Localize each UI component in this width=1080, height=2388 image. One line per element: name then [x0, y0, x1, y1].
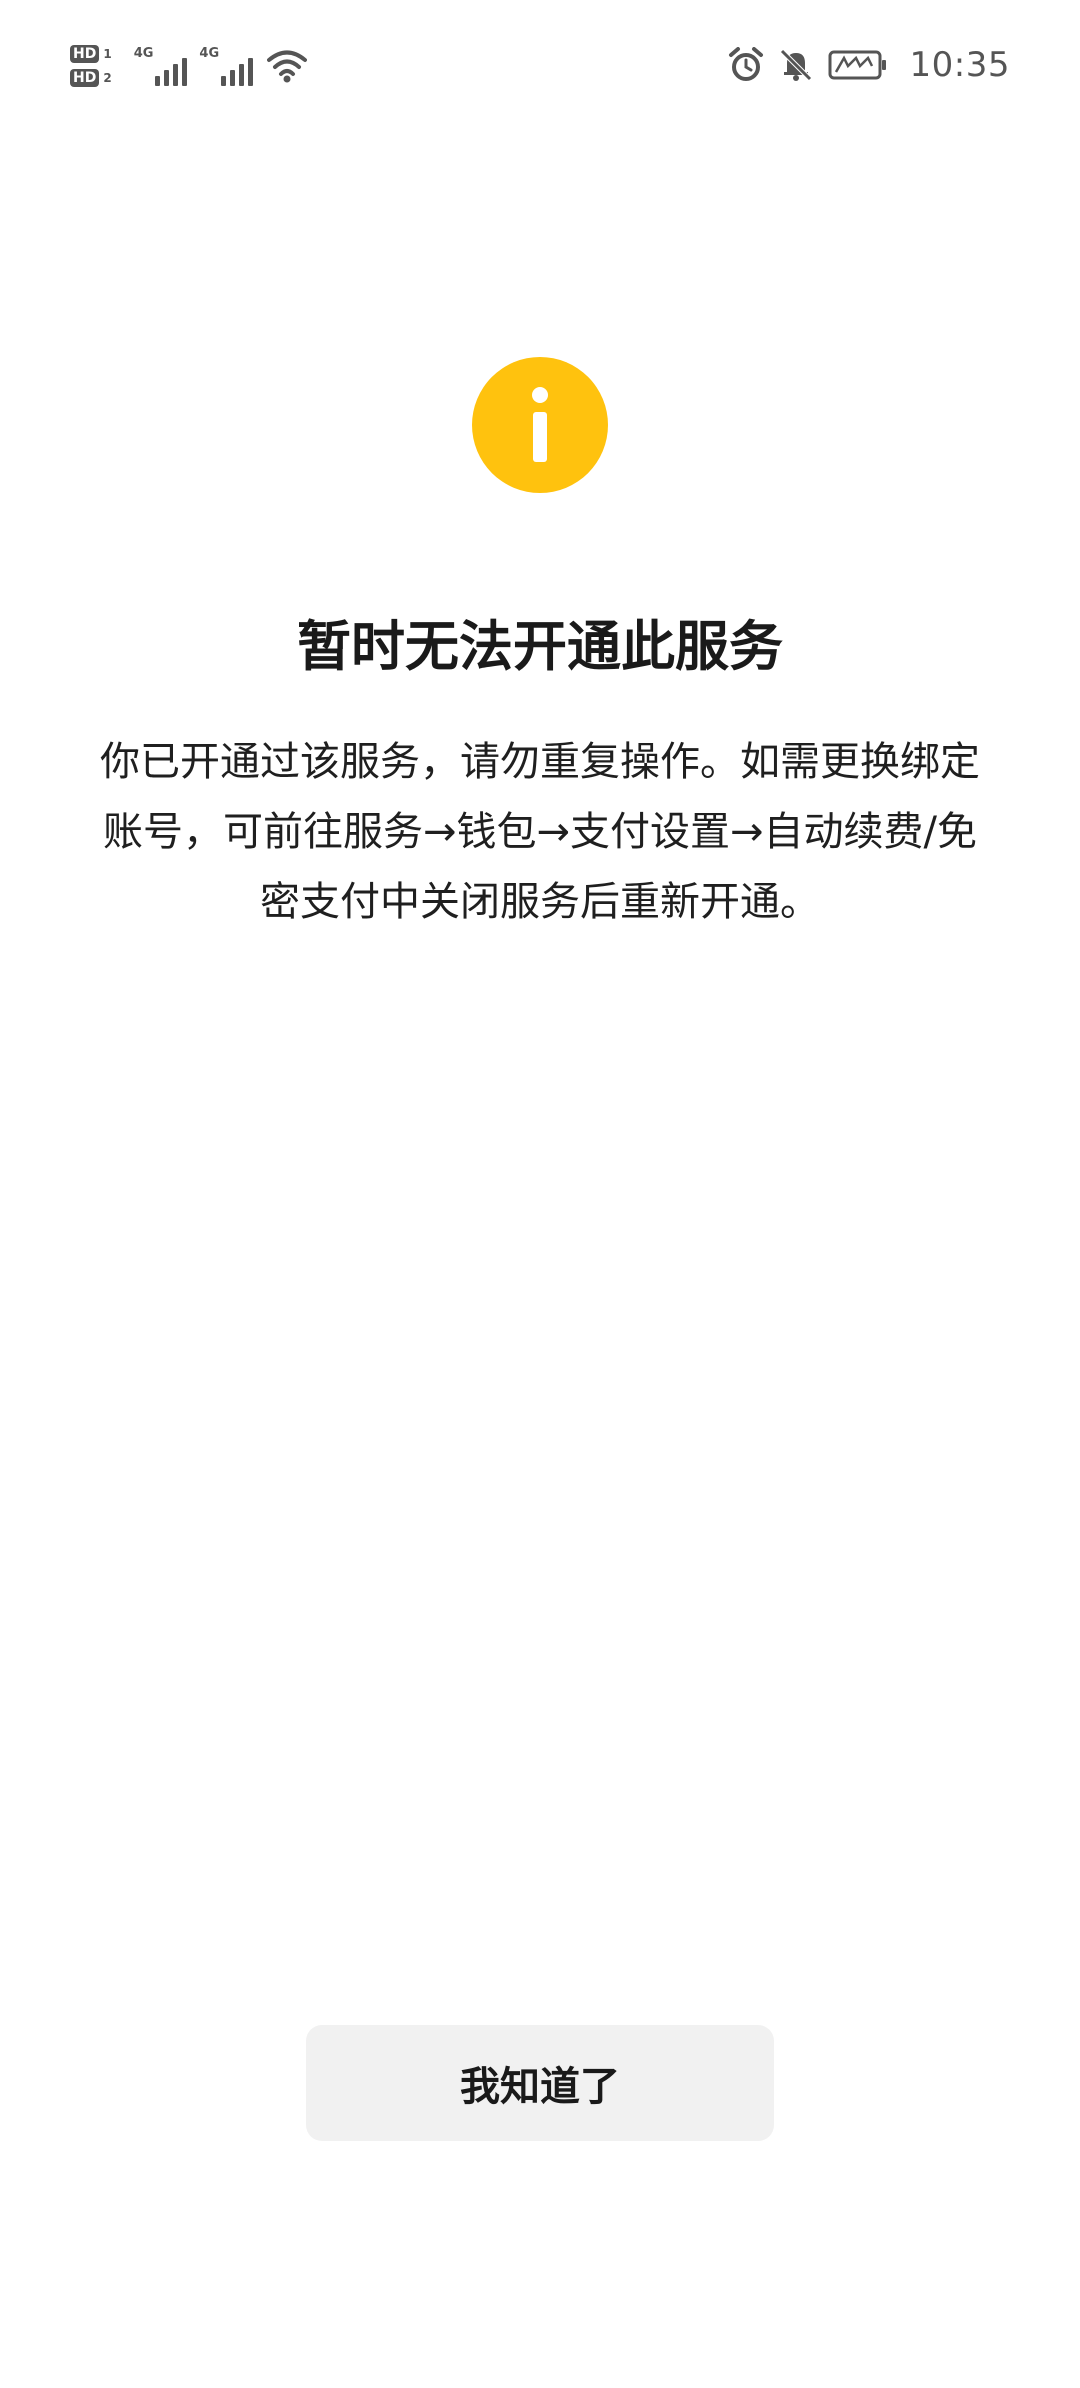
sim-index: 1: [103, 47, 112, 61]
hd-badge-sim1: HD 1: [70, 45, 112, 63]
sim-index: 2: [103, 71, 112, 85]
network-sim1: 4G: [134, 46, 188, 86]
mute-bell-icon: [779, 49, 812, 81]
status-bar-right: 10:35: [728, 40, 1010, 90]
signal-icon: [221, 54, 254, 86]
page-title: 暂时无法开通此服务: [297, 615, 783, 678]
hd-badge-sim2: HD 2: [70, 69, 112, 87]
info-icon: [472, 357, 608, 493]
confirm-button-label: 我知道了: [460, 2064, 620, 2110]
network-type-label: 4G: [133, 46, 154, 61]
confirm-button[interactable]: 我知道了: [306, 2025, 774, 2141]
hd-label: HD: [70, 69, 100, 87]
status-time: 10:35: [909, 45, 1010, 85]
status-bar: HD 1 HD 2 4G 4G 10:35: [0, 0, 1080, 130]
network-type-label: 4G: [199, 46, 220, 61]
wifi-icon: [267, 50, 308, 83]
status-bar-left: HD 1 HD 2 4G 4G: [70, 38, 308, 94]
signal-icon: [155, 54, 188, 86]
alarm-icon: [728, 47, 763, 81]
battery-charging-icon: [828, 50, 886, 80]
network-sim2: 4G: [199, 46, 254, 86]
message-description: 你已开通过该服务，请勿重复操作。如需更换绑定账号，可前往服务→钱包→支付设置→自…: [100, 739, 980, 925]
volte-indicators: HD 1 HD 2: [70, 45, 112, 87]
hd-label: HD: [70, 45, 100, 63]
